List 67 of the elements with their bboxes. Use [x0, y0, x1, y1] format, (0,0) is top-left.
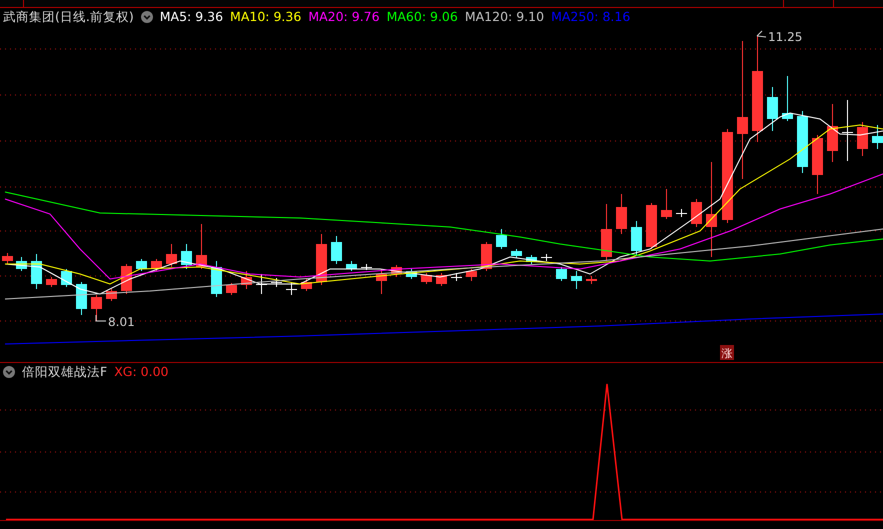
high-price-label: 11.25: [768, 30, 802, 44]
candlestick: [767, 86, 778, 132]
candlestick: [241, 270, 252, 290]
candlestick: [151, 258, 162, 272]
candlestick: [466, 268, 477, 282]
candlestick: [76, 282, 87, 316]
candlestick: [797, 110, 808, 174]
candlestick: [256, 274, 267, 294]
candlestick: [31, 254, 42, 290]
candlestick: [586, 276, 597, 284]
candlestick: [2, 252, 13, 264]
candlestick: [842, 100, 853, 162]
candlestick: [106, 288, 117, 302]
candlestick: [676, 208, 687, 218]
chevron-down-icon[interactable]: [140, 10, 153, 22]
indicator-title: 倍阳双雄战法F: [22, 363, 108, 380]
candlestick: [616, 194, 627, 234]
candlestick: [16, 256, 27, 272]
candlestick: [181, 244, 192, 270]
moving-average-reading: MA120: 9.10: [464, 8, 544, 25]
moving-average-reading: MA20: 9.76: [308, 8, 380, 25]
candlestick: [301, 278, 312, 292]
moving-average-reading: MA5: 9.36: [160, 8, 224, 25]
rise-badge: 涨: [720, 345, 734, 360]
candlestick: [196, 224, 207, 270]
candlestick: [782, 76, 793, 122]
leader-line: [96, 314, 106, 322]
candlestick: [541, 254, 552, 262]
candlestick: [91, 294, 102, 322]
low-price-label: 8.01: [108, 315, 135, 329]
candlestick: [496, 228, 507, 250]
candlestick: [857, 122, 868, 156]
candlestick: [571, 270, 582, 290]
candlestick: [376, 268, 387, 294]
candlestick: [166, 244, 177, 268]
moving-average-reading: MA10: 9.36: [230, 8, 302, 25]
candlestick: [226, 282, 237, 296]
candlestick: [136, 258, 147, 272]
candlestick: [511, 248, 522, 258]
candlestick: [812, 134, 823, 194]
chevron-down-icon[interactable]: [3, 366, 15, 378]
candlestick: [271, 278, 282, 288]
leader-line: [756, 30, 766, 38]
candlestick: [406, 268, 417, 280]
candlestick: [361, 264, 372, 270]
candlestick: [46, 276, 57, 288]
moving-average-reading: MA250: 8.16: [551, 8, 630, 25]
candlestick: [601, 204, 612, 262]
candlestick: [391, 264, 402, 278]
candlestick: [346, 260, 357, 272]
candlestick: [691, 198, 702, 228]
candlestick: [451, 272, 462, 282]
candlestick: [556, 266, 567, 282]
candlestick: [421, 272, 432, 284]
candlestick: [436, 272, 447, 286]
candlestick: [316, 234, 327, 286]
candlestick: [331, 236, 342, 264]
candlestick: [286, 282, 297, 296]
candlestick: [872, 124, 883, 150]
candlestick: [646, 202, 657, 250]
candlestick: [661, 188, 672, 220]
candlestick: [631, 220, 642, 256]
candlestick: [526, 254, 537, 264]
candlestick: [827, 104, 838, 162]
stock-title: 武商集团(日线.前复权): [3, 8, 134, 25]
moving-average-reading: MA60: 9.06: [386, 8, 458, 25]
indicator-reading: XG: 0.00: [114, 363, 168, 380]
